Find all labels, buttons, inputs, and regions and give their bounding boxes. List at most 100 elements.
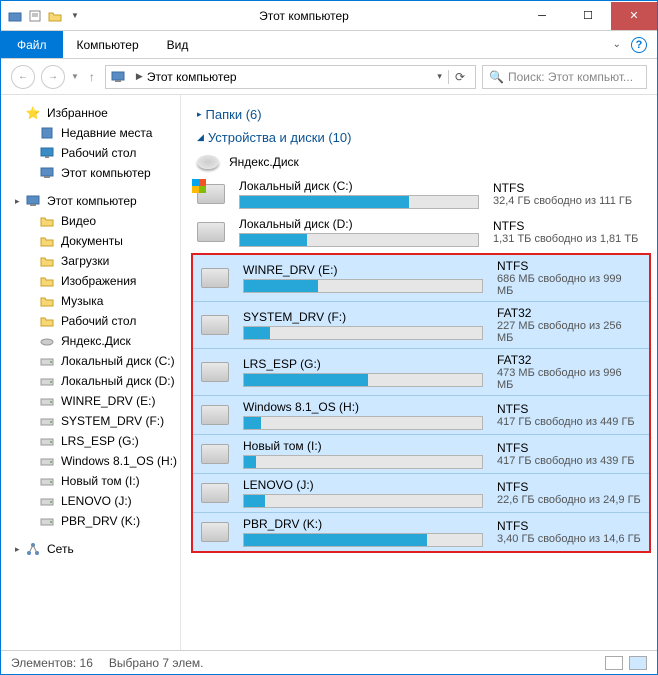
sidebar-item[interactable]: Загрузки <box>15 251 180 271</box>
sidebar-item[interactable]: Рабочий стол <box>15 311 180 331</box>
address-bar[interactable]: ▶ Этот компьютер ▾ ⟳ <box>105 65 476 89</box>
drive-name: Windows 8.1_OS (H:) <box>243 400 483 416</box>
window-controls: ─ ☐ ✕ <box>519 2 657 30</box>
yandex-disk-item[interactable]: Яндекс.Диск <box>189 149 657 175</box>
drive-item[interactable]: Локальный диск (C:)NTFS32,4 ГБ свободно … <box>189 175 657 213</box>
drive-item[interactable]: LENOVO (J:)NTFS22,6 ГБ свободно из 24,9 … <box>193 474 649 513</box>
sidebar-item[interactable]: Яндекс.Диск <box>15 331 180 351</box>
sidebar-item[interactable]: Изображения <box>15 271 180 291</box>
sidebar-item[interactable]: Рабочий стол <box>15 143 180 163</box>
drive-icon <box>201 405 229 425</box>
minimize-button[interactable]: ─ <box>519 2 565 30</box>
drive-item[interactable]: Новый том (I:) NTFS417 ГБ свободно из 439… <box>193 435 649 474</box>
drive-name: Локальный диск (C:) <box>239 179 479 195</box>
drive-os-icon <box>39 353 55 369</box>
sidebar-item[interactable]: Локальный диск (D:) <box>15 371 180 391</box>
help-icon[interactable]: ? <box>631 37 647 53</box>
back-button[interactable]: ← <box>11 65 35 89</box>
drive-free-space: 1,31 ТБ свободно из 1,81 ТБ <box>493 233 649 245</box>
sidebar-item[interactable]: WINRE_DRV (E:) <box>15 391 180 411</box>
sidebar-item[interactable]: Этот компьютер <box>15 163 180 183</box>
ribbon-file-tab[interactable]: Файл <box>1 31 63 58</box>
capacity-bar <box>243 494 483 508</box>
ribbon-computer-tab[interactable]: Компьютер <box>63 31 153 58</box>
drive-name: Локальный диск (D:) <box>239 217 479 233</box>
drive-filesystem: NTFS <box>497 480 641 494</box>
search-input[interactable]: 🔍 Поиск: Этот компьют... <box>482 65 647 89</box>
sidebar-item[interactable]: LRS_ESP (G:) <box>15 431 180 451</box>
up-button[interactable]: ↑ <box>85 70 99 84</box>
forward-button[interactable]: → <box>41 65 65 89</box>
maximize-button[interactable]: ☐ <box>565 2 611 30</box>
sidebar-favorites[interactable]: ⭐ Избранное <box>15 103 180 123</box>
drive-free-space: 417 ГБ свободно из 449 ГБ <box>497 416 641 428</box>
sidebar-item-label: Windows 8.1_OS (H:) <box>61 454 177 468</box>
drive-item[interactable]: WINRE_DRV (E:)NTFS686 МБ свободно из 999… <box>193 255 649 302</box>
sidebar-item-label: Этот компьютер <box>61 166 151 180</box>
view-tiles-button[interactable] <box>629 656 647 670</box>
history-dropdown-icon[interactable]: ▼ <box>71 72 79 81</box>
drive-icon <box>39 413 55 429</box>
sidebar-item[interactable]: PBR_DRV (K:) <box>15 511 180 531</box>
chevron-right-icon[interactable]: ▶ <box>132 71 147 82</box>
drive-item[interactable]: Локальный диск (D:) NTFS1,31 ТБ свободно … <box>189 213 657 251</box>
properties-icon[interactable] <box>27 8 43 24</box>
window-icon <box>7 8 23 24</box>
sidebar-item[interactable]: Музыка <box>15 291 180 311</box>
new-folder-icon[interactable] <box>47 8 63 24</box>
sidebar-thispc[interactable]: ▸ Этот компьютер <box>15 191 180 211</box>
sidebar-item[interactable]: LENOVO (J:) <box>15 491 180 511</box>
drive-item[interactable]: PBR_DRV (K:)NTFS3,40 ГБ свободно из 14,6… <box>193 513 649 551</box>
sidebar-item[interactable]: SYSTEM_DRV (F:) <box>15 411 180 431</box>
sidebar-item-label: LENOVO (J:) <box>61 494 132 508</box>
sidebar-item-label: Рабочий стол <box>61 314 136 328</box>
sidebar-item-label: Локальный диск (C:) <box>61 354 175 368</box>
drive-item[interactable]: LRS_ESP (G:)FAT32473 МБ свободно из 996 … <box>193 349 649 396</box>
expand-icon[interactable]: ▸ <box>15 544 25 555</box>
drive-item[interactable]: Windows 8.1_OS (H:)NTFS417 ГБ свободно и… <box>193 396 649 435</box>
sidebar-item[interactable]: Документы <box>15 231 180 251</box>
capacity-bar <box>239 195 479 209</box>
search-placeholder: Поиск: Этот компьют... <box>508 70 633 84</box>
group-folders[interactable]: ▸ Папки (6) <box>189 103 657 126</box>
ribbon-expand-icon[interactable]: ⌄ <box>613 39 621 50</box>
qa-dropdown-icon[interactable]: ▼ <box>67 8 83 24</box>
drive-filesystem: NTFS <box>497 441 641 455</box>
ribbon-view-tab[interactable]: Вид <box>153 31 203 58</box>
capacity-bar <box>243 533 483 547</box>
refresh-icon[interactable]: ⟳ <box>448 70 471 84</box>
sidebar-network[interactable]: ▸ Сеть <box>15 539 180 559</box>
sidebar-item-label: Документы <box>61 234 123 248</box>
sidebar-item[interactable]: Видео <box>15 211 180 231</box>
chevron-right-icon[interactable]: ▸ <box>197 109 202 120</box>
drive-name: PBR_DRV (K:) <box>243 517 483 533</box>
drive-free-space: 32,4 ГБ свободно из 111 ГБ <box>493 195 649 207</box>
drive-name: Новый том (I:) <box>243 439 483 455</box>
close-button[interactable]: ✕ <box>611 2 657 30</box>
drive-icon <box>201 268 229 288</box>
drive-free-space: 417 ГБ свободно из 439 ГБ <box>497 455 641 467</box>
drive-free-space: 3,40 ГБ свободно из 14,6 ГБ <box>497 533 641 545</box>
view-details-button[interactable] <box>605 656 623 670</box>
sidebar-item[interactable]: Недавние места <box>15 123 180 143</box>
sidebar-item[interactable]: Windows 8.1_OS (H:) <box>15 451 180 471</box>
address-dropdown-icon[interactable]: ▾ <box>431 71 448 82</box>
titlebar: ▼ Этот компьютер ─ ☐ ✕ <box>1 1 657 31</box>
sidebar-item[interactable]: Локальный диск (C:) <box>15 351 180 371</box>
chevron-down-icon[interactable]: ◢ <box>197 132 204 143</box>
drive-item[interactable]: SYSTEM_DRV (F:)FAT32227 МБ свободно из 2… <box>193 302 649 349</box>
drive-free-space: 473 МБ свободно из 996 МБ <box>497 367 641 391</box>
drive-name: WINRE_DRV (E:) <box>243 263 483 279</box>
capacity-bar <box>243 373 483 387</box>
sidebar-item-label: Изображения <box>61 274 136 288</box>
recent-icon <box>39 125 55 141</box>
sidebar-item-label: PBR_DRV (K:) <box>61 514 140 528</box>
folder-icon <box>39 213 55 229</box>
expand-icon[interactable]: ▸ <box>15 196 25 207</box>
sidebar-item[interactable]: Новый том (I:) <box>15 471 180 491</box>
drive-icon <box>39 373 55 389</box>
yandex-disk-icon <box>197 155 219 169</box>
sidebar-item-label: Музыка <box>61 294 103 308</box>
group-devices[interactable]: ◢ Устройства и диски (10) <box>189 126 657 149</box>
drive-filesystem: NTFS <box>493 219 649 233</box>
